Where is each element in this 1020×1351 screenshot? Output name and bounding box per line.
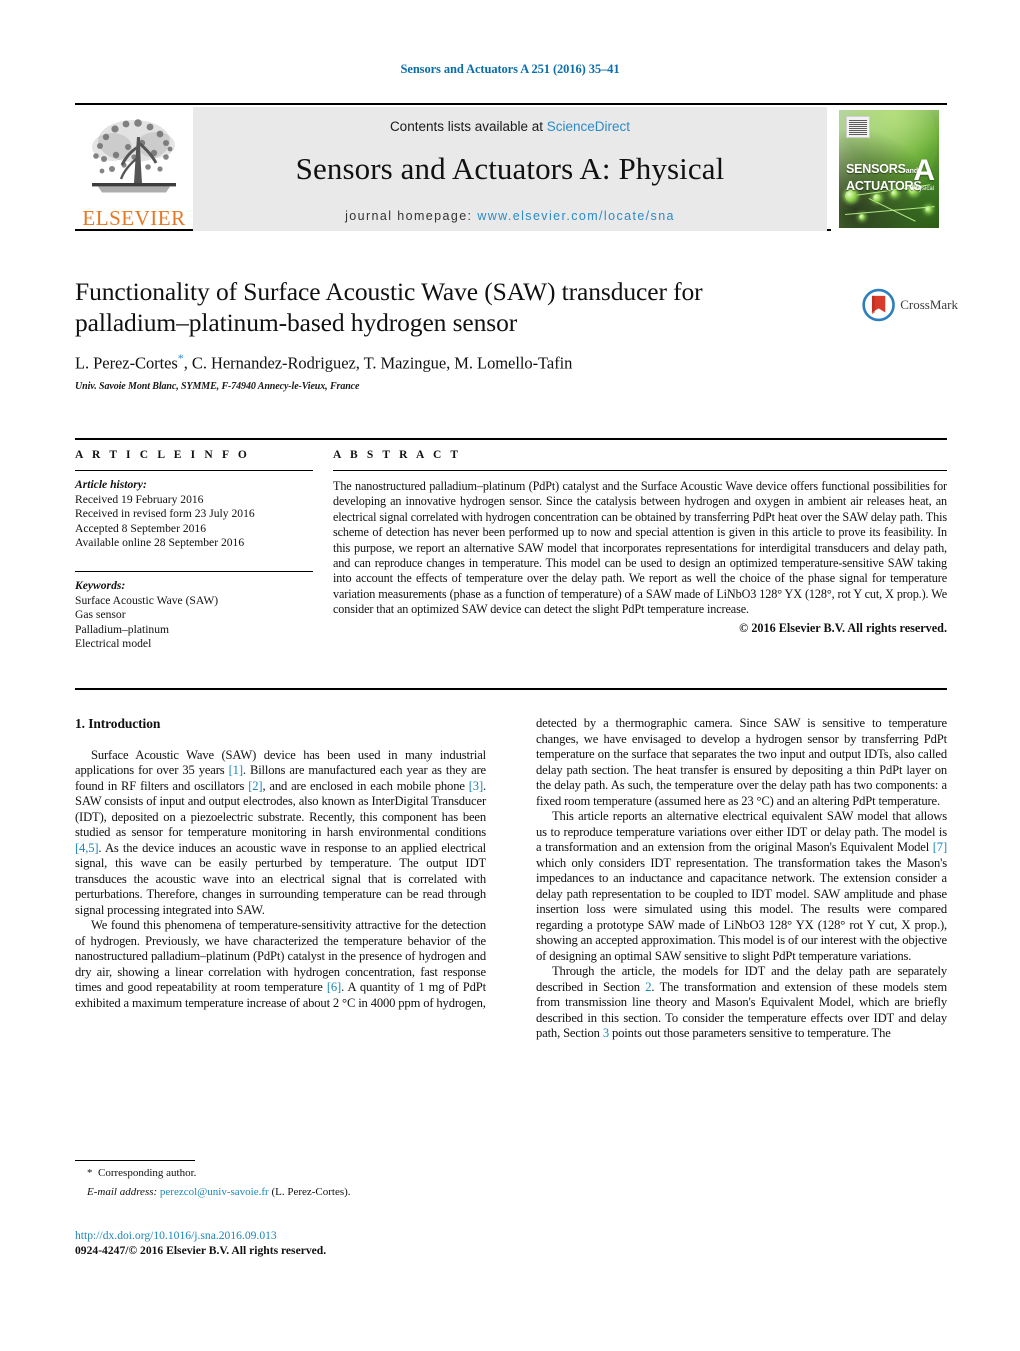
contents-available-line: Contents lists available at ScienceDirec… (390, 119, 630, 134)
sciencedirect-link[interactable]: ScienceDirect (547, 119, 630, 134)
text-run: , and are enclosed in each mobile phone (262, 778, 469, 793)
citation-link[interactable]: [7] (933, 840, 947, 854)
abstract-heading: A B S T R A C T (333, 449, 462, 461)
issn-copyright-line: 0924-4247/© 2016 Elsevier B.V. All right… (75, 1244, 327, 1257)
citation-link[interactable]: [2] (248, 779, 262, 793)
corresponding-author-text: Corresponding author. (98, 1167, 197, 1179)
keywords-label: Keywords: (75, 578, 126, 592)
history-item: Available online 28 September 2016 (75, 536, 245, 550)
cover-barcode-icon (846, 116, 870, 138)
paper-title: Functionality of Surface Acoustic Wave (… (75, 277, 703, 337)
keyword-item: Palladium–platinum (75, 622, 170, 636)
author-first: L. Perez-Cortes (75, 353, 178, 373)
homepage-url-link[interactable]: www.elsevier.com/locate/sna (477, 209, 675, 223)
email-note: E-mail address: perezcol@univ-savoie.fr … (75, 1185, 486, 1199)
email-label: E-mail address: (87, 1186, 158, 1198)
info-abstract-band: A R T I C L E I N F O Article history: R… (75, 438, 947, 650)
crossmark-badge[interactable]: CrossMark (862, 283, 958, 327)
text-run: . As the device induces an acoustic wave… (75, 840, 486, 917)
cover-series-letter: A (913, 154, 935, 187)
elsevier-logo: ELSEVIER (75, 107, 193, 231)
paragraph: Surface Acoustic Wave (SAW) device has b… (75, 748, 486, 919)
footnote-star: * (87, 1167, 93, 1179)
citation-link[interactable]: [3] (469, 779, 483, 793)
footnote-block: * Corresponding author. E-mail address: … (75, 1160, 486, 1199)
citation-link[interactable]: [6] (327, 980, 341, 994)
cover-node (859, 214, 865, 220)
paragraph: This article reports an alternative elec… (536, 809, 947, 964)
masthead-center: Contents lists available at ScienceDirec… (193, 107, 827, 231)
keyword-item: Surface Acoustic Wave (SAW) (75, 593, 219, 607)
abstract-column: A B S T R A C T The nanostructured palla… (333, 440, 947, 636)
paragraph: We found this phenomena of temperature-s… (75, 918, 486, 1011)
history-item: Accepted 8 September 2016 (75, 521, 207, 535)
cover-line1: SENSORS (846, 162, 906, 176)
journal-title: Sensors and Actuators A: Physical (295, 151, 725, 186)
divider (75, 688, 947, 690)
email-link[interactable]: perezcol@univ-savoie.fr (160, 1186, 269, 1198)
affiliation: Univ. Savoie Mont Blanc, SYMME, F-74940 … (75, 380, 360, 392)
keyword-item: Gas sensor (75, 608, 126, 622)
elsevier-tree-icon (82, 111, 186, 207)
citation-link[interactable]: [1] (229, 763, 243, 777)
text-run: which only considers IDT representation.… (536, 855, 947, 963)
crossmark-icon (862, 288, 895, 322)
author-rest: , C. Hernandez-Rodriguez, T. Mazingue, M… (183, 353, 573, 373)
abstract-copyright: © 2016 Elsevier B.V. All rights reserved… (739, 620, 947, 635)
homepage-prefix: journal homepage: (345, 209, 478, 223)
article-page: Sensors and Actuators A 251 (2016) 35–41 (0, 0, 1020, 1351)
email-owner: (L. Perez-Cortes). (271, 1186, 351, 1198)
cover-title-text: SENSORSand ACTUATORS (846, 162, 922, 193)
title-block: Functionality of Surface Acoustic Wave (… (75, 276, 775, 392)
contents-prefix: Contents lists available at (389, 119, 547, 134)
elsevier-wordmark: ELSEVIER (82, 206, 186, 230)
journal-homepage-line: journal homepage: www.elsevier.com/locat… (345, 209, 675, 223)
section-heading-introduction: 1. Introduction (75, 716, 161, 731)
body-column-right: detected by a thermographic camera. Sinc… (536, 716, 947, 1042)
abstract-text: The nanostructured palladium–platinum (P… (333, 479, 947, 617)
doi-link[interactable]: http://dx.doi.org/10.1016/j.sna.2016.09.… (75, 1228, 495, 1243)
paragraph: detected by a thermographic camera. Sinc… (536, 716, 947, 808)
article-history-label: Article history: (75, 478, 147, 491)
divider (75, 470, 313, 471)
keyword-item: Electrical model (75, 637, 152, 651)
history-item: Received 19 February 2016 (75, 492, 204, 506)
article-info-column: A R T I C L E I N F O Article history: R… (75, 440, 313, 652)
cover-subtitle: Physical (911, 186, 934, 192)
cover-node (925, 206, 932, 213)
history-item: Received in revised form 23 July 2016 (75, 507, 255, 521)
crossmark-label: CrossMark (900, 297, 958, 312)
article-history: Article history: Received 19 February 20… (75, 478, 313, 551)
cover-artwork: SENSORSand ACTUATORS A Physical (839, 110, 939, 228)
text-run: This article reports an alternative elec… (536, 809, 947, 854)
corresponding-author-note: * Corresponding author. (75, 1166, 486, 1180)
divider (75, 570, 313, 572)
journal-masthead: ELSEVIER Contents lists available at Sci… (75, 103, 947, 231)
paragraph: Through the article, the models for IDT … (536, 964, 947, 1042)
body-column-left: 1. Introduction Surface Acoustic Wave (S… (75, 716, 486, 1011)
doi-block: http://dx.doi.org/10.1016/j.sna.2016.09.… (75, 1228, 495, 1258)
divider (333, 470, 947, 471)
author-list: L. Perez-Cortes*, C. Hernandez-Rodriguez… (75, 351, 775, 374)
text-run: points out those parameters sensitive to… (608, 1026, 891, 1040)
article-info-heading: A R T I C L E I N F O (75, 449, 250, 461)
journal-cover-thumbnail: SENSORSand ACTUATORS A Physical (831, 107, 947, 231)
cover-node (873, 194, 881, 202)
citation-link[interactable]: [4,5] (75, 841, 99, 855)
footnote-divider (75, 1160, 195, 1161)
keywords-list: Keywords: Surface Acoustic Wave (SAW) Ga… (75, 579, 313, 652)
cover-line2: ACTUATORS (846, 179, 922, 193)
running-head: Sensors and Actuators A 251 (2016) 35–41 (400, 62, 620, 76)
